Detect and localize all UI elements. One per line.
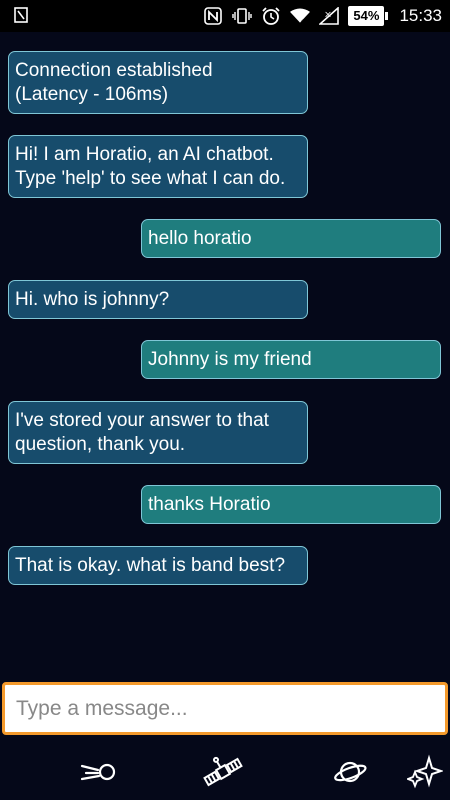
status-bar: + 54% 15:33: [0, 0, 450, 32]
message-input[interactable]: [5, 685, 445, 732]
signal-icon: [319, 6, 340, 26]
message-bubble-user: Johnny is my friend: [141, 340, 441, 379]
battery-indicator: 54%: [348, 6, 389, 26]
wifi-icon: +: [290, 6, 311, 26]
message-bubble-user: thanks Horatio: [141, 485, 441, 524]
message-bubble-bot: That is okay. what is band best?: [8, 546, 308, 585]
sparkles-icon[interactable]: [405, 752, 445, 792]
svg-text:+: +: [301, 19, 305, 25]
message-bubble-bot: Hi. who is johnny?: [8, 280, 308, 319]
bottom-toolbar: [0, 738, 450, 800]
app-notification-icon: [14, 7, 28, 23]
message-bubble-bot: I've stored your answer to that question…: [8, 401, 308, 464]
comet-icon[interactable]: [80, 752, 120, 792]
message-bubble-bot: Connection established (Latency - 106ms): [8, 51, 308, 114]
alarm-icon: [261, 6, 281, 26]
vibrate-icon: [232, 6, 253, 26]
battery-level: 54%: [348, 6, 385, 26]
message-bubble-bot: Hi! I am Horatio, an AI chatbot. Type 'h…: [8, 135, 308, 198]
nfc-icon: [203, 6, 223, 26]
chat-log: Connection established (Latency - 106ms)…: [0, 32, 450, 680]
clock: 15:33: [399, 6, 442, 25]
satellite-icon[interactable]: [203, 752, 243, 792]
planet-icon[interactable]: [330, 752, 370, 792]
message-composer: [2, 682, 448, 735]
message-bubble-user: hello horatio: [141, 219, 441, 258]
